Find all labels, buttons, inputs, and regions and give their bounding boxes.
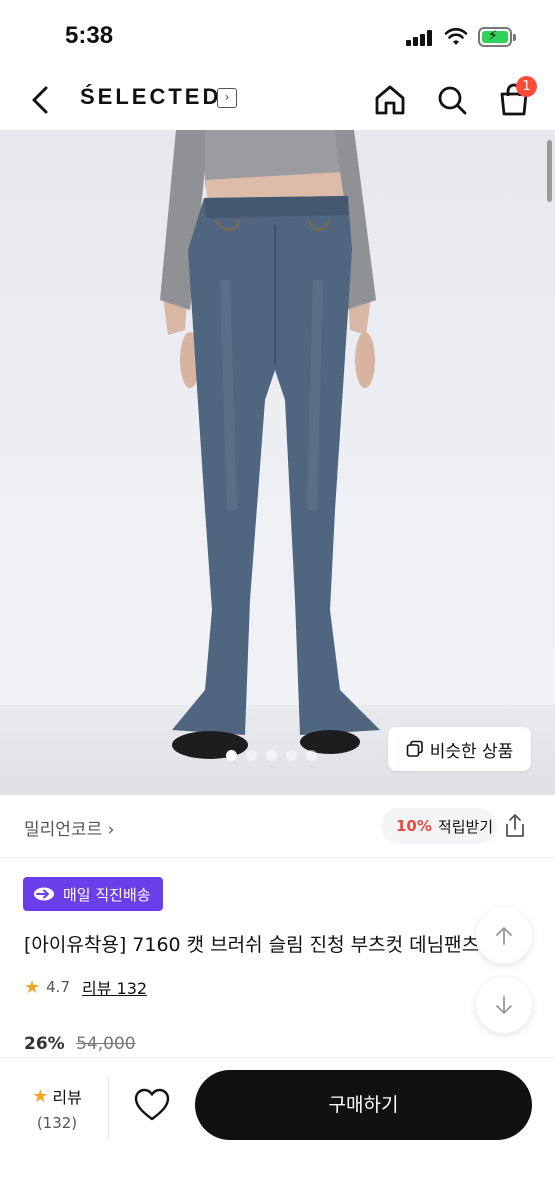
heart-icon[interactable]: [133, 1087, 171, 1123]
cellular-signal-icon: [406, 30, 434, 46]
brand-arrow-icon[interactable]: ›: [217, 88, 237, 108]
delivery-badge-label: 매일 직진배송: [63, 885, 151, 904]
points-percent: 10%: [396, 817, 432, 835]
review-summary[interactable]: ★ 리뷰 (132): [26, 1084, 88, 1133]
similar-products-label: 비슷한 상품: [429, 741, 514, 762]
share-icon[interactable]: [503, 813, 527, 839]
carousel-dot[interactable]: [266, 750, 277, 761]
carousel-dot[interactable]: [286, 750, 297, 761]
carousel-dot[interactable]: [306, 750, 317, 761]
seller-row: 밀리언코르 › 10% 적립받기: [0, 795, 555, 858]
seller-link[interactable]: 밀리언코르 ›: [24, 815, 114, 840]
scrollbar[interactable]: [547, 140, 552, 202]
product-photo: [160, 130, 380, 759]
battery-icon: ⚡: [478, 27, 516, 47]
original-price: 54,000: [76, 1034, 136, 1054]
wifi-icon: [444, 28, 468, 45]
scroll-bottom-button[interactable]: [476, 977, 532, 1033]
similar-products-button[interactable]: 비슷한 상품: [388, 727, 531, 771]
price-row: 26% 54,000: [24, 1034, 136, 1054]
carousel-dot[interactable]: [226, 750, 237, 761]
delivery-icon: [34, 887, 54, 901]
brand-title[interactable]: ŚELECTED: [80, 84, 221, 110]
review-count: (132): [36, 1114, 78, 1132]
carousel-dots: [226, 750, 317, 761]
product-title: [아이유착용] 7160 캣 브러쉬 슬림 진청 부츠컷 데님팬츠: [24, 934, 480, 956]
review-link[interactable]: 리뷰 132: [82, 975, 147, 999]
status-bar: 5:38 ⚡: [0, 0, 555, 70]
divider: [108, 1078, 109, 1138]
delivery-badge: 매일 직진배송: [23, 877, 163, 911]
rating-row: ★ 4.7 리뷰 132: [24, 975, 147, 999]
search-icon[interactable]: [432, 80, 472, 120]
copy-icon: [406, 740, 423, 757]
rating-value: 4.7: [46, 978, 70, 996]
back-icon[interactable]: [22, 80, 58, 120]
discount-percent: 26%: [24, 1034, 65, 1054]
cart-count-badge: 1: [516, 76, 537, 97]
points-label: 적립받기: [437, 817, 494, 836]
review-label: 리뷰: [52, 1088, 82, 1107]
points-button[interactable]: 10% 적립받기: [381, 808, 497, 844]
star-icon: ★: [32, 1085, 49, 1107]
star-icon: ★: [24, 976, 41, 998]
top-nav: ŚELECTED ›: [0, 70, 555, 130]
scroll-top-button[interactable]: [476, 908, 532, 964]
arrow-up-icon: [496, 927, 512, 945]
carousel-dot[interactable]: [246, 750, 257, 761]
product-image[interactable]: 비슷한 상품: [0, 130, 555, 795]
home-icon[interactable]: [370, 80, 410, 120]
arrow-down-icon: [496, 996, 512, 1014]
bottom-action-bar: ★ 리뷰 (132) 구매하기: [0, 1057, 555, 1201]
buy-button[interactable]: 구매하기: [195, 1070, 532, 1140]
status-time: 5:38: [65, 22, 114, 49]
